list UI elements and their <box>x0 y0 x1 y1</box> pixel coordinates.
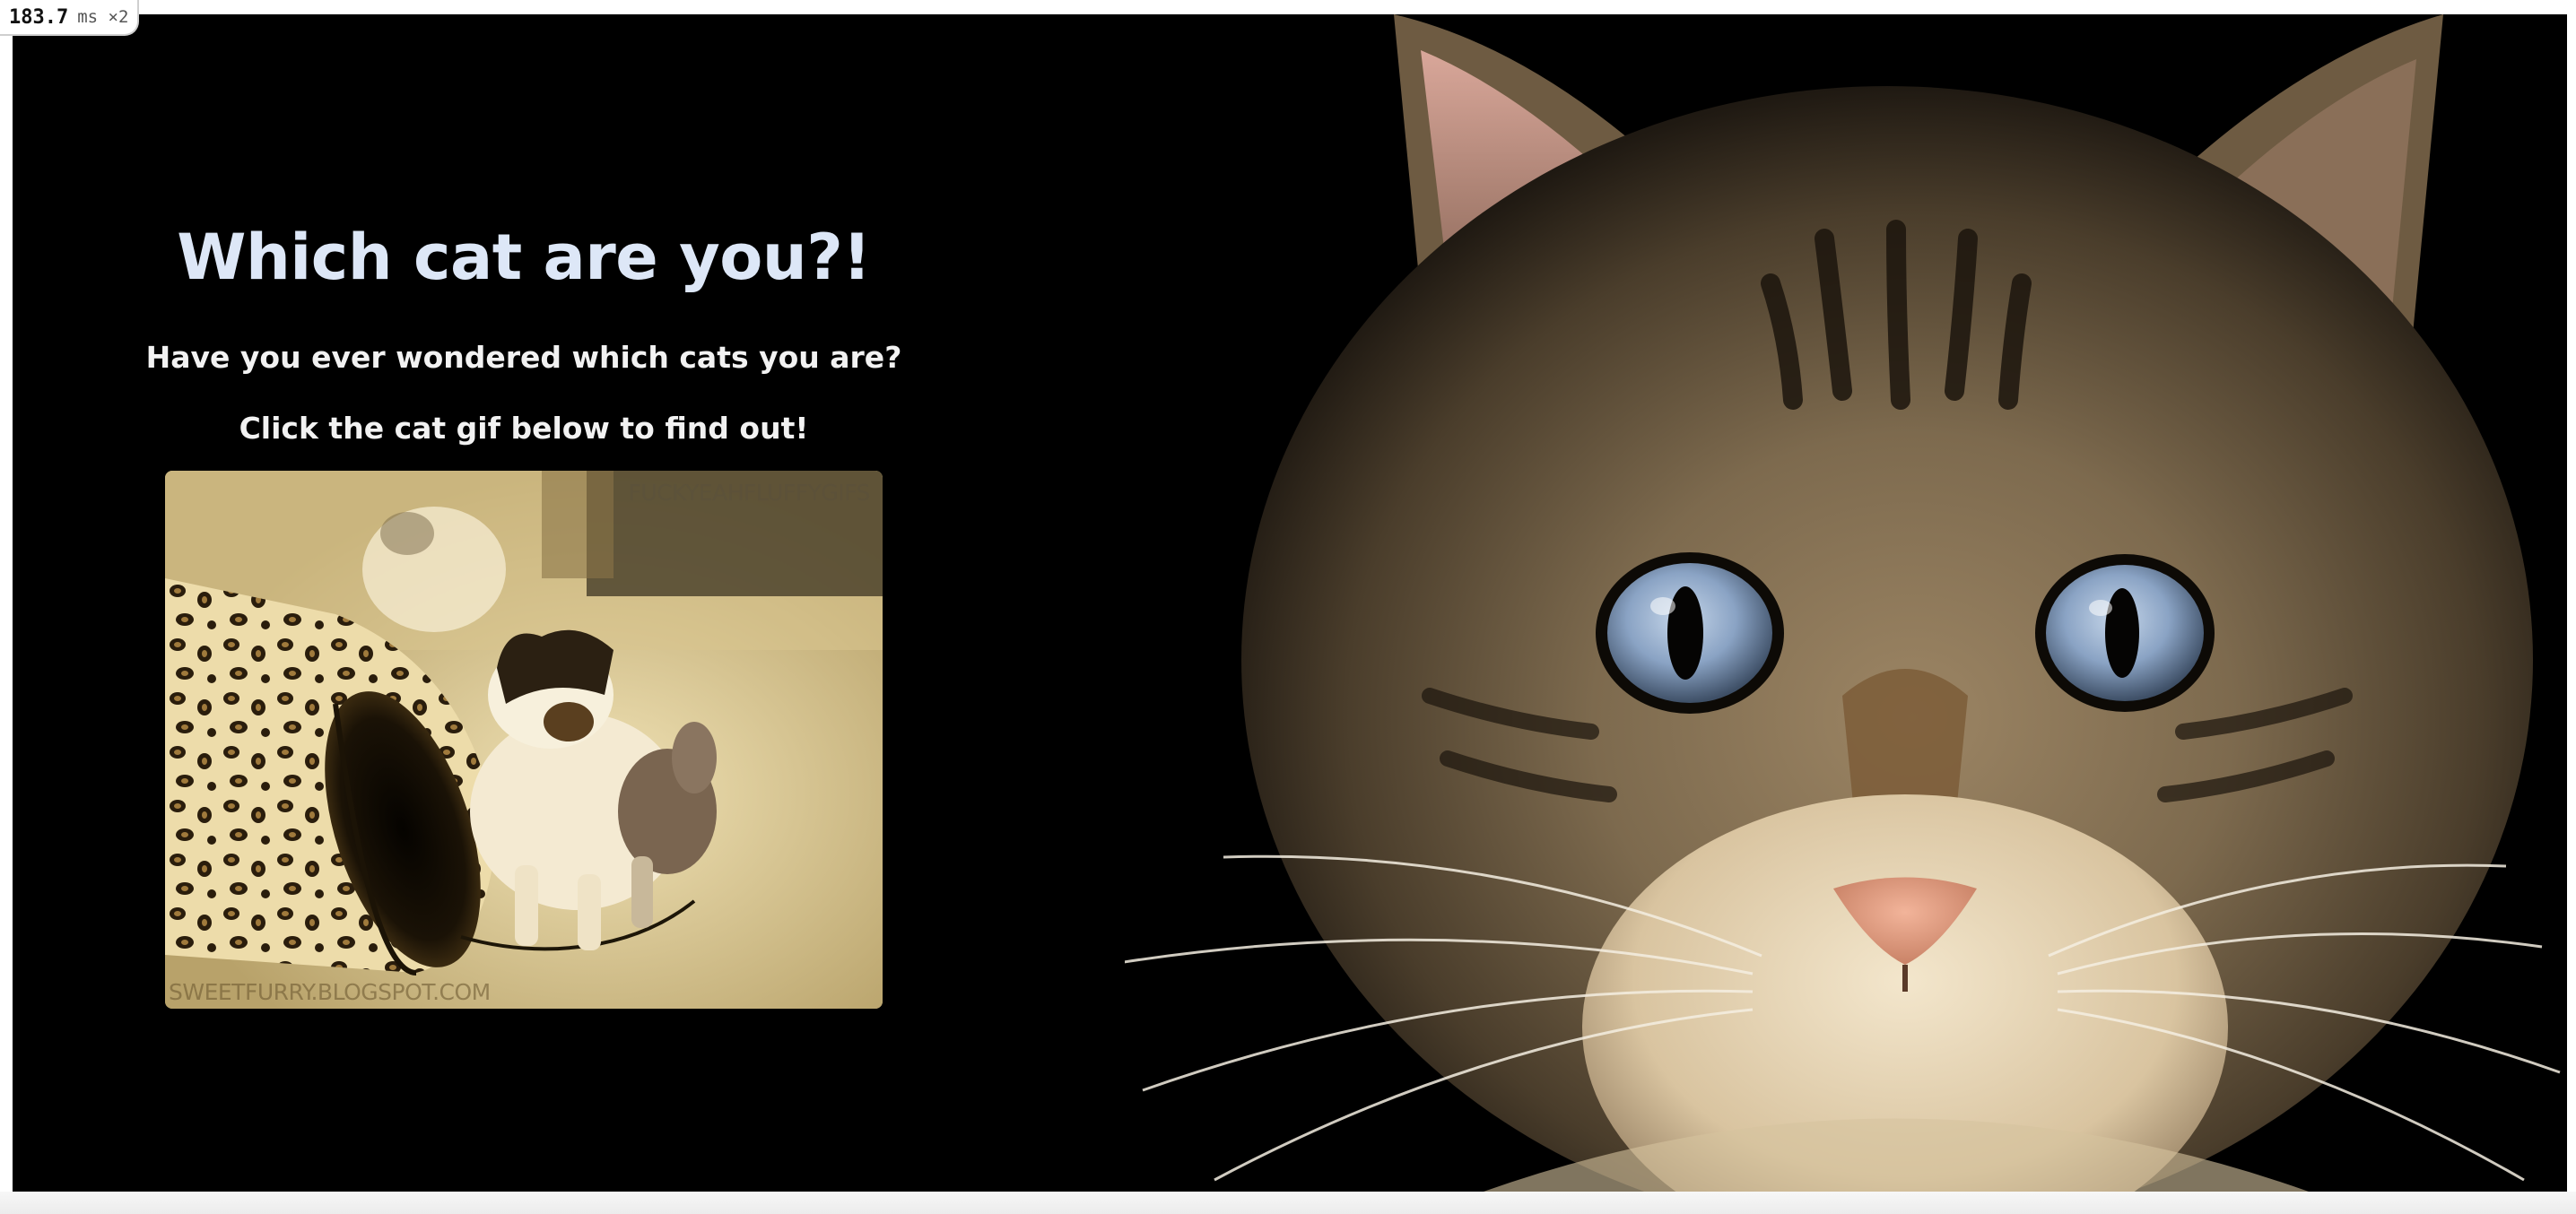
gif-watermark-bottom: SWEETFURRY.BLOGSPOT.COM <box>169 979 491 1005</box>
bottom-scroll-area <box>0 1192 2576 1214</box>
cat-gif-image <box>165 471 883 1009</box>
perf-value: 183.7 <box>9 5 69 29</box>
quiz-subtitle: Have you ever wondered which cats you ar… <box>145 340 902 375</box>
quiz-cta-text: Click the cat gif below to find out! <box>239 411 809 446</box>
gif-watermark-top: FUCKYEAHFLUFFYGIFS <box>628 480 870 506</box>
quiz-intro: Which cat are you?! Have you ever wonder… <box>13 14 1035 1192</box>
page-stage: Which cat are you?! Have you ever wonder… <box>13 14 2567 1192</box>
perf-unit: ms ×2 <box>77 7 129 27</box>
cat-gif-link[interactable]: FUCKYEAHFLUFFYGIFS SWEETFURRY.BLOGSPOT.C… <box>165 471 883 1009</box>
tabby-cat-illustration <box>1106 14 2561 1192</box>
hero-cat-image <box>1106 14 2567 1192</box>
page-title: Which cat are you?! <box>177 221 871 294</box>
perf-badge: 183.7 ms ×2 <box>0 0 140 36</box>
